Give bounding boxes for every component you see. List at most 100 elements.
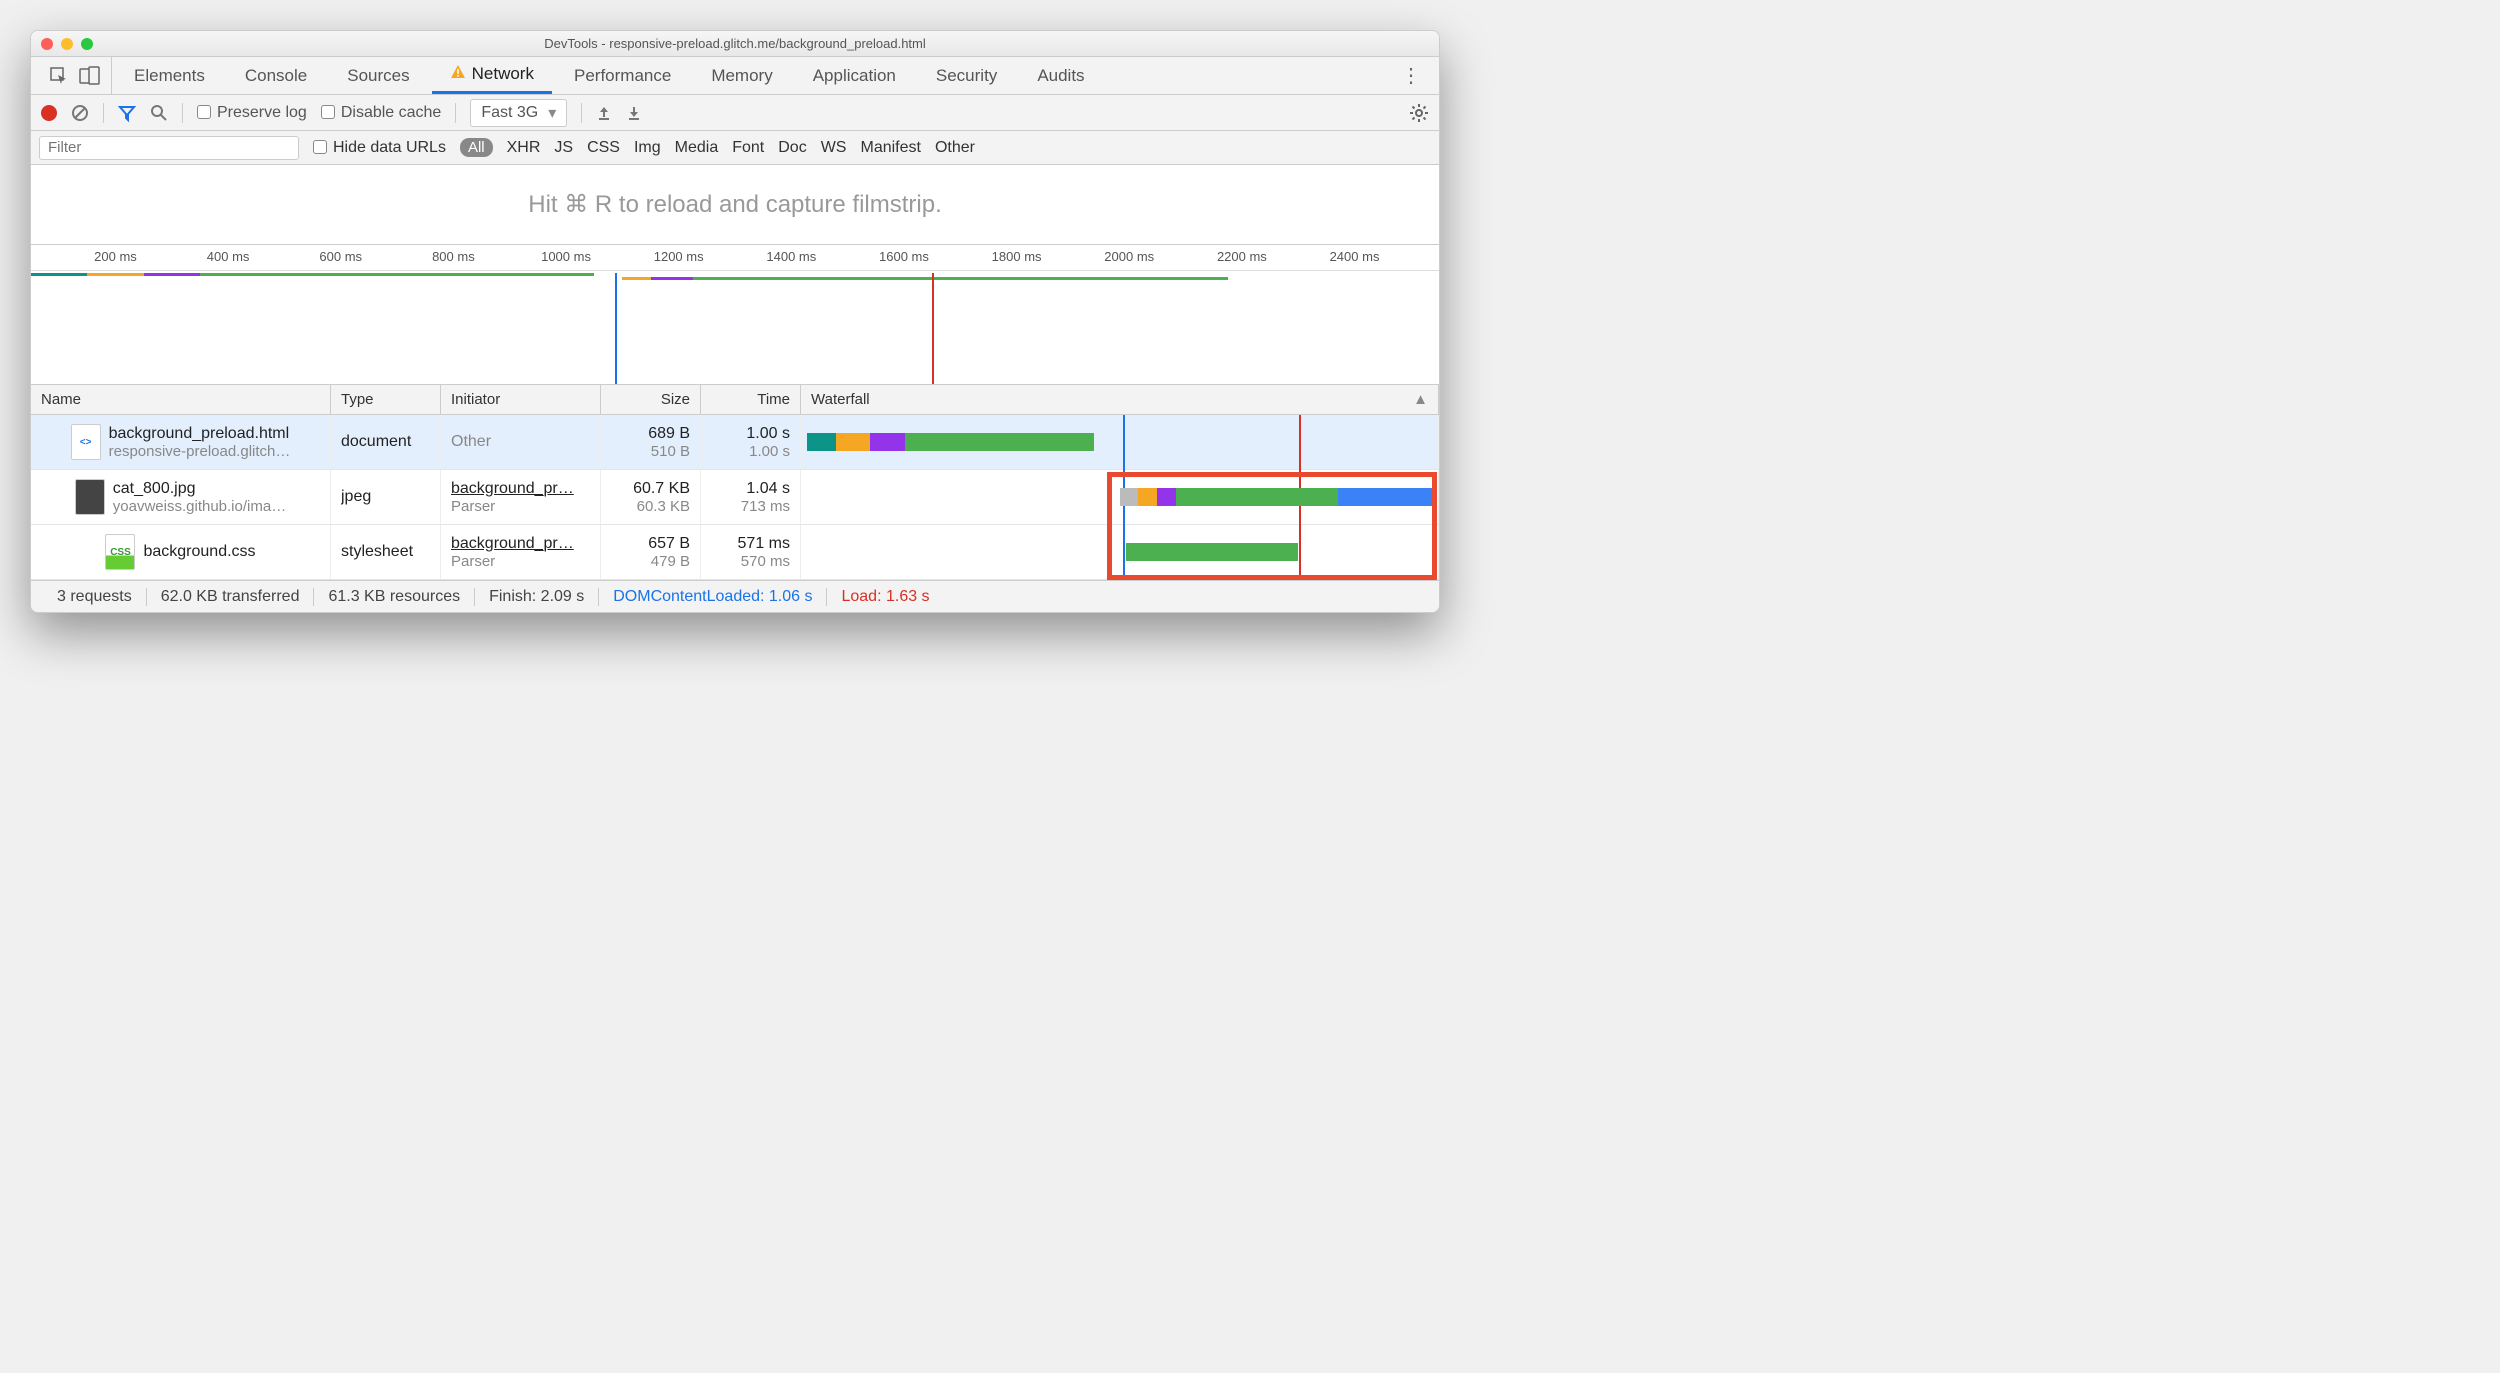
filter-all[interactable]: All — [460, 138, 493, 157]
main-tab-bar: Elements Console Sources Network Perform… — [31, 57, 1439, 95]
record-button[interactable] — [41, 105, 57, 121]
sort-arrow-icon: ▲ — [1413, 391, 1428, 408]
tab-network[interactable]: Network — [432, 57, 552, 94]
tab-performance[interactable]: Performance — [556, 57, 689, 94]
tick-label: 1600 ms — [879, 249, 929, 264]
filter-input[interactable] — [39, 136, 299, 160]
filter-css[interactable]: CSS — [587, 139, 620, 157]
chevron-down-icon: ▾ — [548, 103, 556, 123]
tick-label: 2000 ms — [1104, 249, 1154, 264]
status-load: Load: 1.63 s — [827, 588, 943, 606]
request-domain: yoavweiss.github.io/ima… — [113, 498, 286, 515]
tab-security[interactable]: Security — [918, 57, 1015, 94]
request-name: cat_800.jpg — [113, 480, 286, 498]
table-row[interactable]: cat_800.jpg yoavweiss.github.io/ima… jpe… — [31, 470, 1439, 525]
tab-memory[interactable]: Memory — [693, 57, 790, 94]
load-marker — [932, 273, 934, 384]
request-time: 571 ms — [738, 535, 790, 553]
hide-data-urls-checkbox[interactable]: Hide data URLs — [313, 139, 446, 157]
col-type[interactable]: Type — [331, 385, 441, 414]
request-time: 1.04 s — [746, 480, 790, 498]
devtools-window: DevTools - responsive-preload.glitch.me/… — [30, 30, 1440, 613]
overview-ruler: 200 ms 400 ms 600 ms 800 ms 1000 ms 1200… — [31, 245, 1439, 271]
disable-cache-checkbox[interactable]: Disable cache — [321, 104, 442, 122]
tab-application[interactable]: Application — [795, 57, 914, 94]
waterfall-cell — [801, 470, 1439, 524]
device-toolbar-icon[interactable] — [79, 66, 101, 86]
request-initiator[interactable]: background_pr… — [451, 480, 590, 498]
tick-label: 2400 ms — [1330, 249, 1380, 264]
clear-icon[interactable] — [71, 104, 89, 122]
request-size: 657 B — [648, 535, 690, 553]
tick-label: 600 ms — [319, 249, 362, 264]
request-initiator: Other — [451, 433, 590, 451]
status-requests: 3 requests — [43, 588, 147, 606]
request-type: document — [341, 433, 430, 451]
col-name[interactable]: Name — [31, 385, 331, 414]
status-resources: 61.3 KB resources — [314, 588, 475, 606]
tick-label: 1000 ms — [541, 249, 591, 264]
inspect-element-icon[interactable] — [49, 66, 69, 86]
col-size[interactable]: Size — [601, 385, 701, 414]
search-icon[interactable] — [150, 104, 168, 122]
network-table: Name Type Initiator Size Time Waterfall▲… — [31, 385, 1439, 580]
filter-other[interactable]: Other — [935, 139, 975, 157]
download-icon[interactable] — [626, 105, 642, 121]
tick-label: 400 ms — [207, 249, 250, 264]
warning-icon — [450, 64, 466, 85]
tick-label: 1200 ms — [654, 249, 704, 264]
filter-img[interactable]: Img — [634, 139, 661, 157]
filter-bar: Hide data URLs All XHR JS CSS Img Media … — [31, 131, 1439, 165]
tab-audits[interactable]: Audits — [1019, 57, 1102, 94]
filter-icon[interactable] — [118, 104, 136, 122]
tab-sources[interactable]: Sources — [329, 57, 427, 94]
filter-media[interactable]: Media — [675, 139, 719, 157]
tab-console[interactable]: Console — [227, 57, 325, 94]
request-initiator[interactable]: background_pr… — [451, 535, 590, 553]
filmstrip-hint: Hit ⌘ R to reload and capture filmstrip. — [31, 165, 1439, 245]
tick-label: 2200 ms — [1217, 249, 1267, 264]
filter-manifest[interactable]: Manifest — [860, 139, 920, 157]
request-size: 689 B — [648, 425, 690, 443]
network-toolbar: Preserve log Disable cache Fast 3G ▾ — [31, 95, 1439, 131]
filter-js[interactable]: JS — [554, 139, 573, 157]
status-finish: Finish: 2.09 s — [475, 588, 599, 606]
tick-label: 1800 ms — [992, 249, 1042, 264]
tick-label: 200 ms — [94, 249, 137, 264]
html-file-icon: <> — [71, 424, 101, 460]
col-time[interactable]: Time — [701, 385, 801, 414]
dcl-marker — [615, 273, 617, 384]
request-type: jpeg — [341, 488, 430, 506]
table-row[interactable]: <> background_preload.html responsive-pr… — [31, 415, 1439, 470]
upload-icon[interactable] — [596, 105, 612, 121]
titlebar: DevTools - responsive-preload.glitch.me/… — [31, 31, 1439, 57]
image-file-icon — [75, 479, 105, 515]
css-file-icon: CSS — [105, 534, 135, 570]
table-header: Name Type Initiator Size Time Waterfall▲ — [31, 385, 1439, 415]
filter-ws[interactable]: WS — [821, 139, 847, 157]
more-menu-icon[interactable]: ⋮ — [1391, 63, 1431, 88]
status-transferred: 62.0 KB transferred — [147, 588, 315, 606]
tick-label: 1400 ms — [766, 249, 816, 264]
preserve-log-checkbox[interactable]: Preserve log — [197, 104, 307, 122]
request-time: 1.00 s — [746, 425, 790, 443]
request-type: stylesheet — [341, 543, 430, 561]
throttling-select[interactable]: Fast 3G ▾ — [470, 99, 567, 127]
status-bar: 3 requests 62.0 KB transferred 61.3 KB r… — [31, 580, 1439, 612]
col-initiator[interactable]: Initiator — [441, 385, 601, 414]
settings-gear-icon[interactable] — [1409, 103, 1429, 123]
tab-elements[interactable]: Elements — [116, 57, 223, 94]
request-domain: responsive-preload.glitch… — [109, 443, 291, 460]
filter-doc[interactable]: Doc — [778, 139, 806, 157]
overview-timeline[interactable]: 200 ms 400 ms 600 ms 800 ms 1000 ms 1200… — [31, 245, 1439, 385]
filter-font[interactable]: Font — [732, 139, 764, 157]
col-waterfall[interactable]: Waterfall▲ — [801, 385, 1439, 414]
table-row[interactable]: CSS background.css stylesheet background… — [31, 525, 1439, 580]
tick-label: 800 ms — [432, 249, 475, 264]
waterfall-cell — [801, 525, 1439, 579]
filter-xhr[interactable]: XHR — [507, 139, 541, 157]
request-size: 60.7 KB — [633, 480, 690, 498]
status-domcontentloaded: DOMContentLoaded: 1.06 s — [599, 588, 827, 606]
request-name: background.css — [143, 543, 255, 561]
window-title: DevTools - responsive-preload.glitch.me/… — [31, 36, 1439, 51]
